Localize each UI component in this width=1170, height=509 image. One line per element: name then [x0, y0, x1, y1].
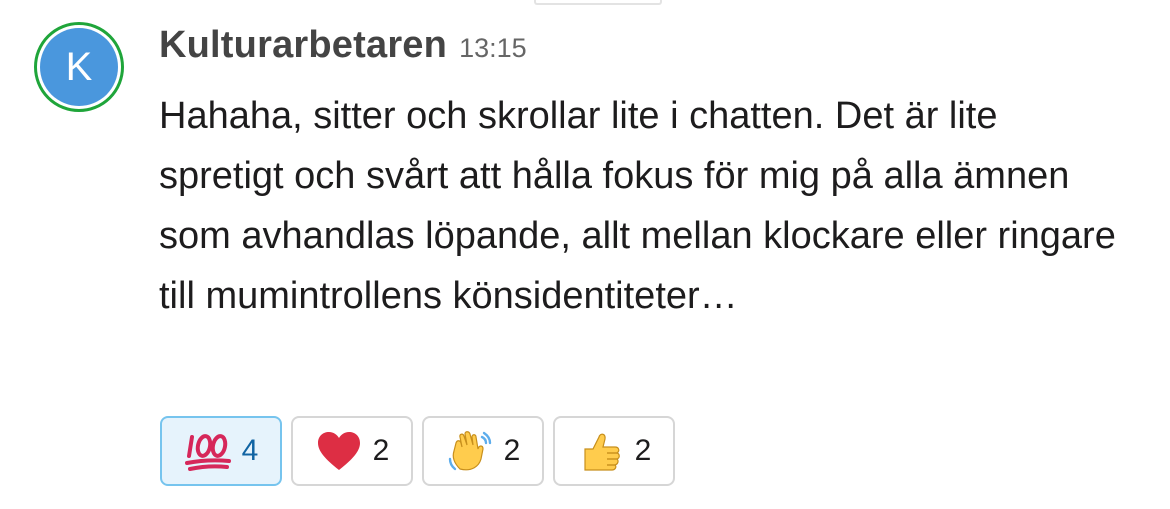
- scroll-indicator: [534, 0, 662, 5]
- reaction-thumbs-up[interactable]: 2: [553, 416, 675, 486]
- avatar-presence-ring[interactable]: K: [34, 22, 124, 112]
- red-heart-icon: [317, 432, 360, 470]
- reaction-wave[interactable]: 2: [422, 416, 544, 486]
- avatar: K: [40, 28, 118, 106]
- reaction-heart[interactable]: 2: [291, 416, 413, 486]
- reaction-hundred[interactable]: 4: [160, 416, 282, 486]
- message-view: K Kulturarbetaren 13:15 Hahaha, sitter o…: [0, 0, 1170, 509]
- reaction-count: 2: [372, 434, 390, 467]
- reaction-count: 4: [241, 434, 259, 467]
- thumbs-up-icon: [584, 433, 620, 471]
- message: Kulturarbetaren 13:15 Hahaha, sitter och…: [159, 24, 1159, 326]
- reaction-count: 2: [634, 434, 652, 467]
- username[interactable]: Kulturarbetaren: [159, 24, 447, 67]
- timestamp[interactable]: 13:15: [459, 33, 527, 64]
- waving-hand-icon: [448, 431, 491, 471]
- hundred-points-icon: [184, 434, 231, 471]
- reactions-bar: 4 2 2 2: [160, 416, 675, 486]
- reaction-count: 2: [503, 434, 521, 467]
- message-header: Kulturarbetaren 13:15: [159, 24, 1159, 78]
- message-text: Hahaha, sitter och skrollar lite i chatt…: [159, 95, 1116, 317]
